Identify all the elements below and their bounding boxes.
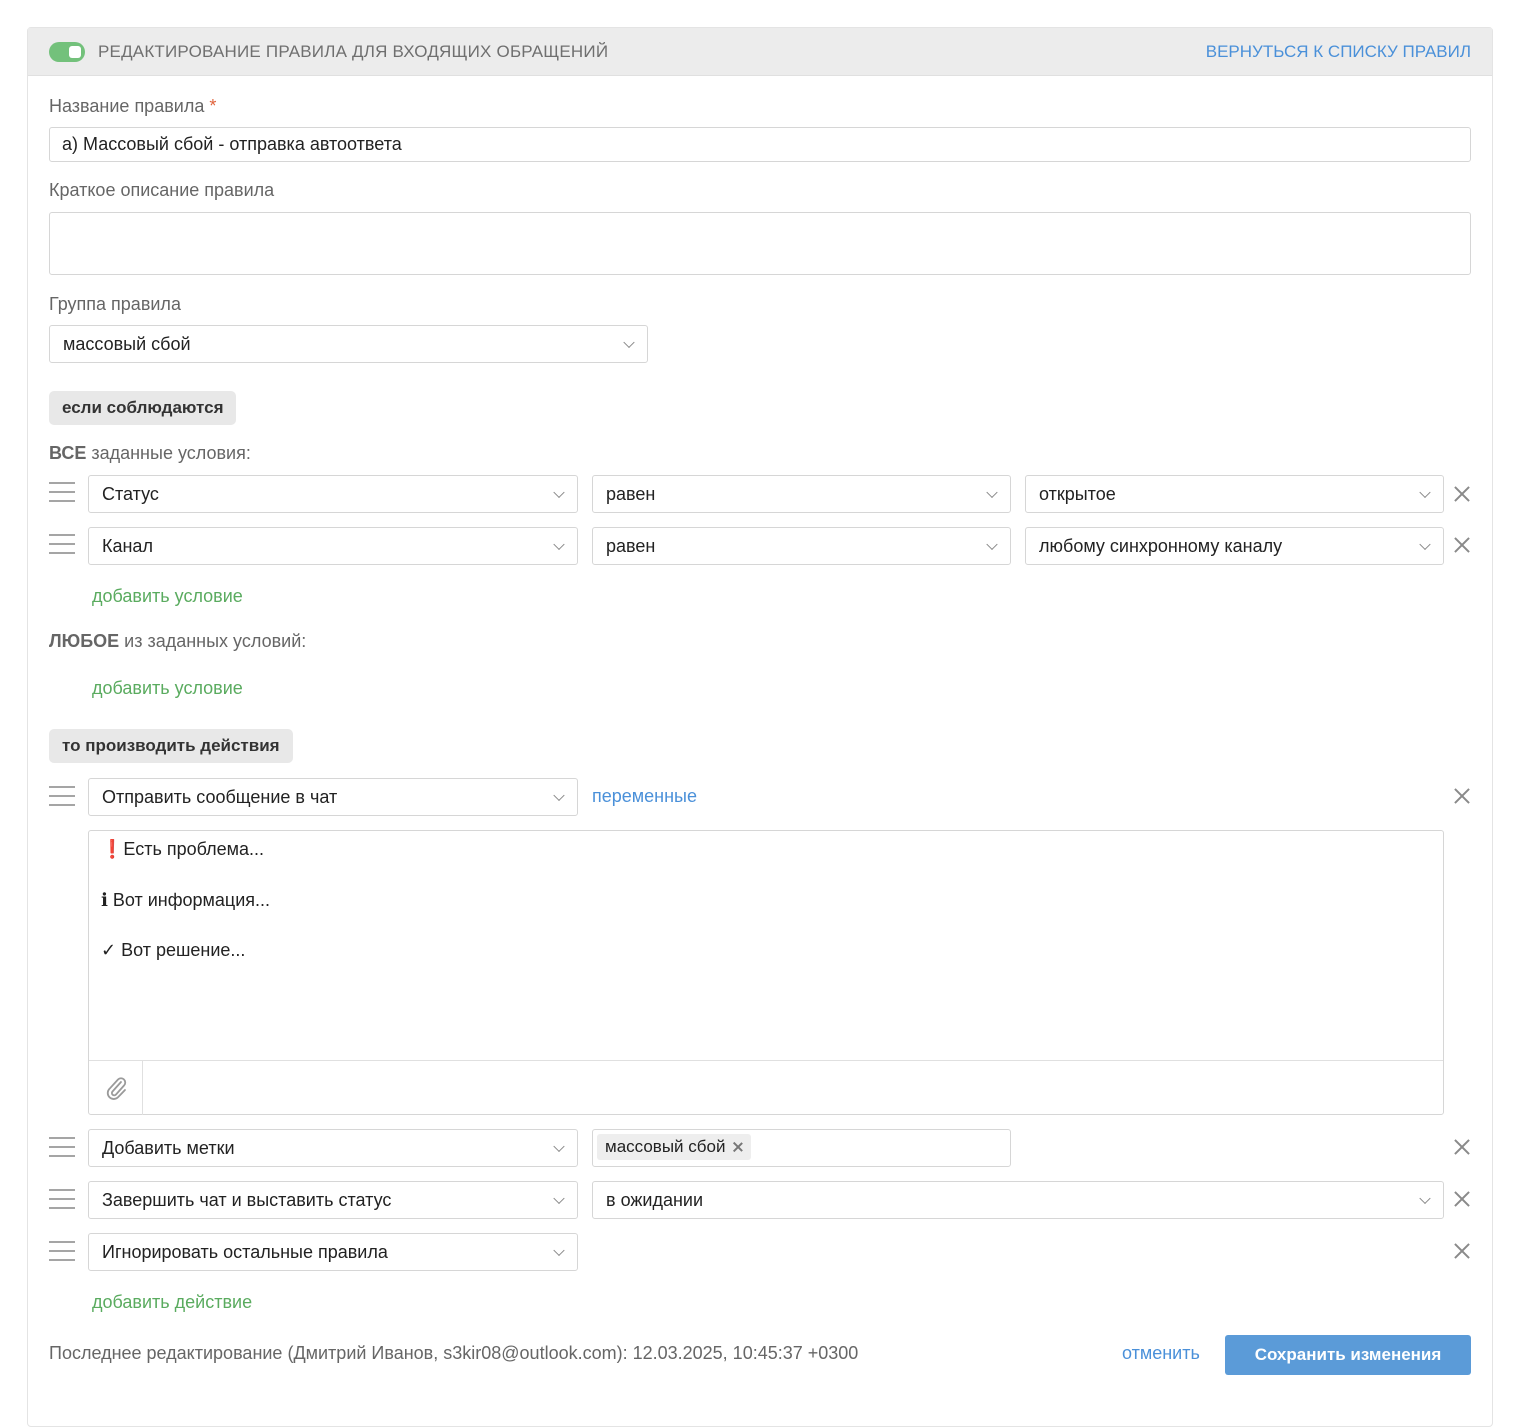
action-ignore-rules-value: Игнорировать остальные правила xyxy=(102,1241,388,1262)
rule-group-label: Группа правила xyxy=(49,294,181,314)
rule-group-value: массовый сбой xyxy=(63,333,191,354)
toggle-knob xyxy=(69,46,81,58)
action-send-message-value: Отправить сообщение в чат xyxy=(102,786,338,807)
action-send-message-select[interactable]: Отправить сообщение в чат xyxy=(88,778,578,816)
page-title: РЕДАКТИРОВАНИЕ ПРАВИЛА ДЛЯ ВХОДЯЩИХ ОБРА… xyxy=(98,42,609,61)
action-ignore-rules-select[interactable]: Игнорировать остальные правила xyxy=(88,1233,578,1271)
message-line: ❗Есть проблема... xyxy=(101,839,265,859)
remove-condition-icon[interactable] xyxy=(1453,485,1471,503)
tags-input[interactable]: массовый сбой xyxy=(592,1129,1011,1167)
any-conditions-text: из заданных условий: xyxy=(124,631,307,651)
chevron-down-icon xyxy=(553,1192,565,1205)
rule-description-textarea[interactable] xyxy=(49,212,1471,275)
condition-operator-select[interactable]: равен xyxy=(592,475,1011,513)
back-to-rules-link[interactable]: ВЕРНУТЬСЯ К СПИСКУ ПРАВИЛ xyxy=(1206,42,1471,62)
message-editor[interactable]: ❗Есть проблема... ℹ Вот информация... ✓ … xyxy=(88,830,1444,1115)
tag-chip: массовый сбой xyxy=(597,1134,752,1160)
condition-operator-select[interactable]: равен xyxy=(592,527,1011,565)
chevron-down-icon xyxy=(553,486,565,499)
drag-handle-icon[interactable] xyxy=(49,482,75,504)
all-conditions-heading: ВСЕ заданные условия: xyxy=(49,443,251,464)
finish-status-select[interactable]: в ожидании xyxy=(592,1181,1444,1219)
drag-handle-icon[interactable] xyxy=(49,1241,75,1263)
chevron-down-icon xyxy=(553,1140,565,1153)
chevron-down-icon xyxy=(623,336,635,349)
rule-enabled-toggle[interactable] xyxy=(49,42,85,62)
required-mark: * xyxy=(209,96,217,116)
any-conditions-keyword: ЛЮБОЕ xyxy=(49,631,120,651)
drag-handle-icon[interactable] xyxy=(49,534,75,556)
chevron-down-icon xyxy=(986,538,998,551)
rule-name-value: а) Массовый сбой - отправка автоответа xyxy=(62,134,402,154)
variables-link[interactable]: переменные xyxy=(592,786,697,807)
condition-value-select[interactable]: любому синхронному каналу xyxy=(1025,527,1444,565)
remove-action-icon[interactable] xyxy=(1453,1242,1471,1260)
add-action-link[interactable]: добавить действие xyxy=(92,1292,252,1313)
action-finish-chat-value: Завершить чат и выставить статус xyxy=(102,1189,392,1210)
all-conditions-text: заданные условия: xyxy=(91,443,251,463)
paperclip-icon[interactable] xyxy=(89,1061,143,1115)
rule-name-input[interactable]: а) Массовый сбой - отправка автоответа xyxy=(49,127,1471,162)
actions-section-label: то производить действия xyxy=(49,729,293,763)
action-finish-chat-select[interactable]: Завершить чат и выставить статус xyxy=(88,1181,578,1219)
finish-status-value: в ожидании xyxy=(606,1189,704,1210)
action-add-tags-select[interactable]: Добавить метки xyxy=(88,1129,578,1167)
remove-action-icon[interactable] xyxy=(1453,1190,1471,1208)
condition-field-value: Канал xyxy=(102,535,153,556)
add-condition-all-link[interactable]: добавить условие xyxy=(92,586,243,607)
editor-toolbar xyxy=(89,1060,1443,1115)
rule-group-select[interactable]: массовый сбой xyxy=(49,325,648,363)
last-edit-info: Последнее редактирование (Дмитрий Иванов… xyxy=(49,1343,859,1363)
any-conditions-heading: ЛЮБОЕ из заданных условий: xyxy=(49,631,306,652)
tag-chip-label: массовый сбой xyxy=(605,1137,726,1156)
remove-tag-icon[interactable] xyxy=(733,1142,743,1152)
condition-value-value: любому синхронному каналу xyxy=(1039,535,1283,556)
panel-header: РЕДАКТИРОВАНИЕ ПРАВИЛА ДЛЯ ВХОДЯЩИХ ОБРА… xyxy=(28,28,1492,76)
chevron-down-icon xyxy=(1419,486,1431,499)
drag-handle-icon[interactable] xyxy=(49,1189,75,1211)
rule-name-label-text: Название правила xyxy=(49,96,205,116)
drag-handle-icon[interactable] xyxy=(49,786,75,808)
chevron-down-icon xyxy=(1419,1192,1431,1205)
rule-description-label: Краткое описание правила xyxy=(49,180,275,200)
message-line: ✓ Вот решение... xyxy=(101,940,246,960)
condition-operator-value: равен xyxy=(606,535,656,556)
chevron-down-icon xyxy=(1419,538,1431,551)
chevron-down-icon xyxy=(986,486,998,499)
conditions-section-label: если соблюдаются xyxy=(49,391,237,425)
drag-handle-icon[interactable] xyxy=(49,1137,75,1159)
save-changes-button[interactable]: Сохранить изменения xyxy=(1225,1335,1471,1375)
condition-value-select[interactable]: открытое xyxy=(1025,475,1444,513)
cancel-link[interactable]: отменить xyxy=(1122,1343,1200,1364)
chevron-down-icon xyxy=(553,789,565,802)
condition-operator-value: равен xyxy=(606,483,656,504)
remove-action-icon[interactable] xyxy=(1453,787,1471,805)
add-condition-any-link[interactable]: добавить условие xyxy=(92,678,243,699)
condition-field-select[interactable]: Статус xyxy=(88,475,578,513)
rule-name-label: Название правила * xyxy=(49,96,216,117)
chevron-down-icon xyxy=(553,538,565,551)
message-line: ℹ Вот информация... xyxy=(101,890,271,910)
condition-field-select[interactable]: Канал xyxy=(88,527,578,565)
condition-field-value: Статус xyxy=(102,483,159,504)
chevron-down-icon xyxy=(553,1244,565,1257)
remove-condition-icon[interactable] xyxy=(1453,536,1471,554)
all-conditions-keyword: ВСЕ xyxy=(49,443,87,463)
condition-value-value: открытое xyxy=(1039,483,1116,504)
remove-action-icon[interactable] xyxy=(1453,1138,1471,1156)
action-add-tags-value: Добавить метки xyxy=(102,1137,235,1158)
